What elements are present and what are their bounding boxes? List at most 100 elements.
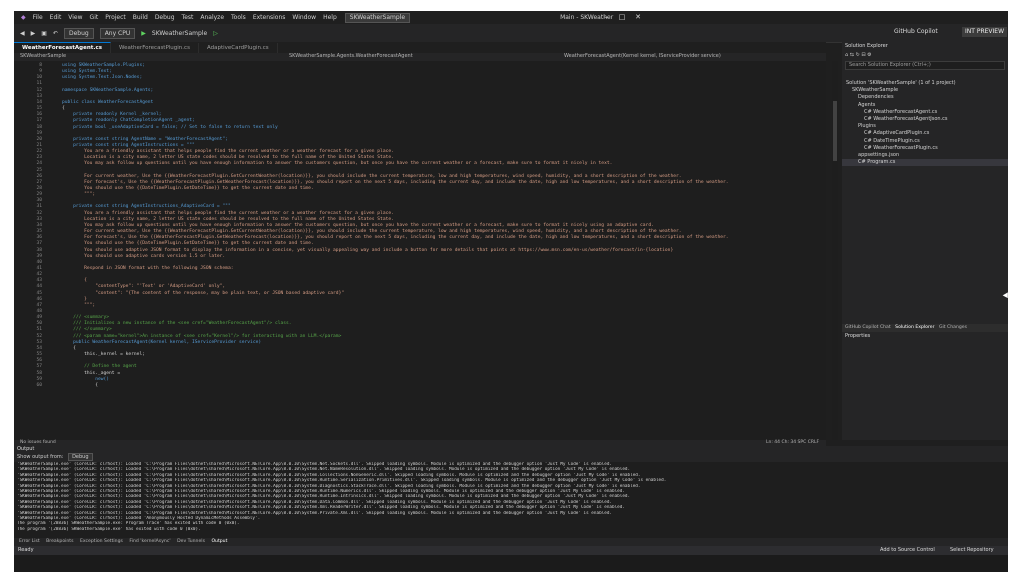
- config-dropdown[interactable]: Debug: [63, 27, 94, 39]
- tab-weatherforecastplugin[interactable]: WeatherForecastPlugin.cs: [111, 43, 199, 53]
- line-code: You should use the {{DateTimePlugin.GetD…: [62, 186, 314, 191]
- menu-project[interactable]: Project: [105, 14, 126, 21]
- tree-node[interactable]: Solution 'SKWeatherSample' (1 of 1 proje…: [842, 80, 1008, 87]
- back-icon[interactable]: ◀: [20, 30, 25, 37]
- tree-node[interactable]: SKWeatherSample: [842, 87, 1008, 94]
- menu-analyze[interactable]: Analyze: [200, 14, 224, 21]
- platform-dropdown[interactable]: Any CPU: [99, 27, 136, 39]
- line-code: You may ask follow up questions until yo…: [62, 161, 613, 167]
- editor-scrollbar[interactable]: [832, 61, 838, 440]
- menu-file[interactable]: File: [33, 14, 43, 21]
- line-code: Respond in JSON format with the followin…: [62, 265, 234, 271]
- editor-tabs: WeatherForecastAgent.cs WeatherForecastP…: [14, 42, 826, 53]
- menu-build[interactable]: Build: [133, 14, 148, 21]
- toolbar: ◀ ▶ ▣ ↶ Debug Any CPU ▶ SKWeatherSample …: [14, 24, 1008, 43]
- tree-node[interactable]: appsettings.json: [842, 152, 1008, 159]
- line-code: private bool _useAdaptiveCard = false; /…: [62, 124, 278, 130]
- tree-node[interactable]: Agents: [842, 102, 1008, 109]
- title-bar: ◆ File Edit View Git Project Build Debug…: [14, 11, 1008, 24]
- nav-class-dropdown[interactable]: SKWeatherSample.Agents.WeatherForecastAg…: [289, 53, 413, 59]
- title-search[interactable]: SKWeatherSample: [344, 12, 411, 23]
- menu-test[interactable]: Test: [182, 14, 194, 21]
- output-line: The program '[28836] SKWeatherSample.exe…: [17, 526, 201, 532]
- save-icon[interactable]: ▣: [41, 30, 47, 37]
- tree-node[interactable]: C# AdaptiveCardPlugin.cs: [842, 130, 1008, 137]
- issues-indicator[interactable]: No issues found: [20, 440, 56, 445]
- collapse-icon[interactable]: ⊟: [861, 52, 865, 58]
- copilot-button[interactable]: GitHub Copilot: [894, 28, 938, 35]
- forward-icon[interactable]: ▶: [31, 30, 36, 37]
- tree-node[interactable]: Plugins: [842, 123, 1008, 130]
- nav-project-dropdown[interactable]: SKWeatherSample: [20, 53, 66, 59]
- tab-adaptivecardplugin[interactable]: AdaptiveCardPlugin.cs: [199, 43, 278, 53]
- line-code: public WeatherForecastAgent(Kernel kerne…: [62, 339, 262, 345]
- solution-search-input[interactable]: Search Solution Explorer (Ctrl+;): [845, 61, 1005, 70]
- tab-weatherforecastagent[interactable]: WeatherForecastAgent.cs: [14, 42, 112, 53]
- properties-panel: Properties: [842, 332, 1008, 440]
- run-without-debug-icon[interactable]: ▷: [213, 30, 218, 37]
- bottom-panel-tabs: Error List Breakpoints Exception Setting…: [14, 538, 1008, 546]
- tree-node[interactable]: Dependencies: [842, 94, 1008, 101]
- navigation-bar: SKWeatherSample SKWeatherSample.Agents.W…: [14, 53, 826, 61]
- tree-node[interactable]: C# DateTimePlugin.cs: [842, 138, 1008, 145]
- app-logo-icon: ◆: [21, 14, 26, 21]
- show-output-label: Show output from:: [17, 454, 64, 460]
- menu-git[interactable]: Git: [90, 14, 99, 21]
- output-source-dropdown[interactable]: Debug: [68, 453, 93, 461]
- menu-tools[interactable]: Tools: [231, 14, 246, 21]
- tab-find-results[interactable]: Find 'kernelAsync': [129, 539, 170, 544]
- solution-explorer-toolbar: ⌂ ⇆ ↻ ⊟ ⚙: [842, 50, 1008, 60]
- nav-member-dropdown[interactable]: WeatherForecastAgent(Kernel kernel, ISer…: [564, 53, 721, 59]
- add-to-source-control-button[interactable]: Add to Source Control: [880, 546, 935, 555]
- solution-tree: Solution 'SKWeatherSample' (1 of 1 proje…: [842, 80, 1008, 167]
- code-editor[interactable]: 8 using SKWeatherSample.Plugins; 9 using Sy…: [14, 61, 826, 440]
- status-text: Ready: [18, 547, 34, 553]
- line-code: namespace SKWeatherSample.Agents;: [62, 87, 154, 93]
- properties-title: Properties: [845, 333, 871, 339]
- settings-icon[interactable]: ⚙: [867, 52, 871, 58]
- tab-breakpoints[interactable]: Breakpoints: [46, 539, 73, 544]
- line-code: You should use adaptive cards version 1.…: [62, 253, 226, 259]
- tab-copilot-chat[interactable]: GitHub Copilot Chat: [845, 325, 891, 330]
- tab-dev-tunnels[interactable]: Dev Tunnels: [177, 539, 205, 544]
- select-repository-button[interactable]: Select Repository: [950, 546, 994, 555]
- menu-edit[interactable]: Edit: [50, 14, 62, 21]
- right-panel-tabs: GitHub Copilot Chat Solution Explorer Gi…: [842, 324, 1008, 332]
- cursor-position: Ln: 44 Ch: 34 SPC CRLF: [766, 440, 820, 445]
- start-icon[interactable]: ▶: [141, 30, 146, 37]
- output-log: 'SKWeatherSample.exe' (CoreCLR: clrhost)…: [14, 462, 1008, 532]
- menu-help[interactable]: Help: [323, 14, 337, 21]
- line-number: 60: [36, 382, 42, 388]
- ide-window: ◆ File Edit View Git Project Build Debug…: [14, 11, 1008, 572]
- undo-icon[interactable]: ↶: [53, 30, 58, 37]
- tree-node[interactable]: C# WeatherForecastAgentJson.cs: [842, 116, 1008, 123]
- refresh-icon[interactable]: ↻: [856, 52, 860, 58]
- tab-solution-explorer[interactable]: Solution Explorer: [895, 325, 934, 330]
- home-icon[interactable]: ⌂: [845, 52, 848, 58]
- start-target[interactable]: SKWeatherSample: [152, 30, 207, 37]
- tab-exception-settings[interactable]: Exception Settings: [80, 539, 123, 544]
- status-bar: Ready Add to Source Control Select Repos…: [14, 546, 1008, 555]
- line-code: public class WeatherForecastAgent: [62, 99, 154, 105]
- line-code: """;: [62, 302, 96, 308]
- tree-node[interactable]: C# Program.cs: [842, 159, 1008, 167]
- scrollbar-thumb[interactable]: [833, 101, 837, 161]
- solution-explorer: Solution Explorer ⌂ ⇆ ↻ ⊟ ⚙ Search Solut…: [842, 42, 1008, 324]
- output-toolbar: Show output from: Debug: [14, 453, 1008, 462]
- output-panel: Output Show output from: Debug 'SKWeathe…: [14, 446, 1008, 538]
- menu-extensions[interactable]: Extensions: [253, 14, 286, 21]
- tree-node[interactable]: C# WeatherForecastAgent.cs: [842, 109, 1008, 116]
- tree-node[interactable]: C# WeatherForecastPlugin.cs: [842, 145, 1008, 152]
- tab-error-list[interactable]: Error List: [19, 539, 40, 544]
- tab-git-changes[interactable]: Git Changes: [939, 325, 967, 330]
- line-code: {: [62, 382, 98, 388]
- tab-output[interactable]: Output: [211, 539, 227, 544]
- menu-window[interactable]: Window: [292, 14, 316, 21]
- taskbar: [14, 555, 1008, 572]
- menu-view[interactable]: View: [68, 14, 82, 21]
- close-icon[interactable]: ✕: [629, 11, 647, 24]
- line-code: "content": "{The content of the response…: [62, 290, 345, 296]
- sync-icon[interactable]: ⇆: [850, 52, 854, 58]
- line-code: """;: [62, 192, 96, 198]
- menu-debug[interactable]: Debug: [155, 14, 175, 21]
